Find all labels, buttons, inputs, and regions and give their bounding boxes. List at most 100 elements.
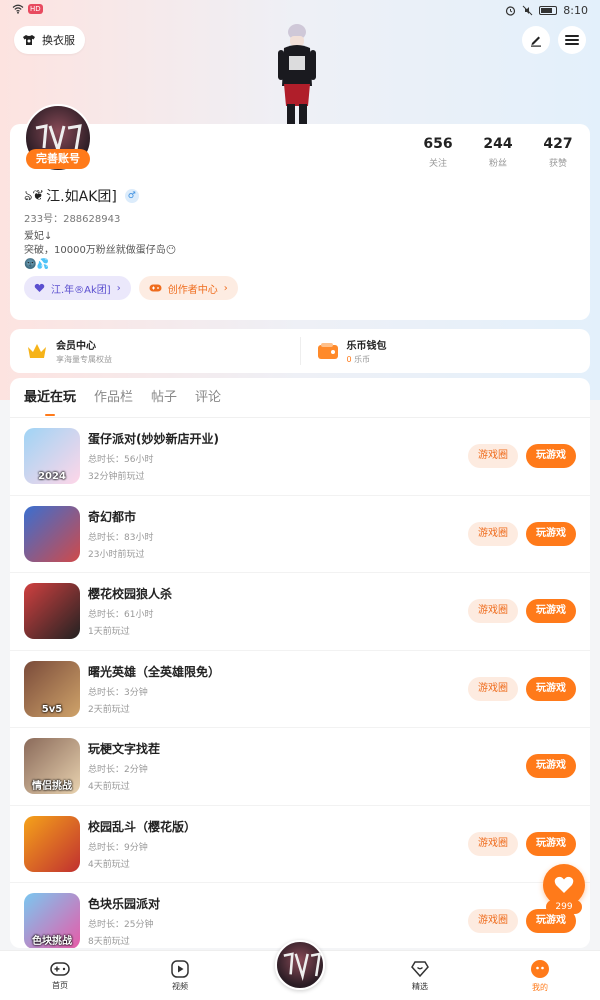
stat-likes[interactable]: 427 获赞 (540, 136, 576, 169)
nav-featured[interactable]: 精选 (360, 951, 480, 1000)
benefit-card: 会员中心 享海量专属权益 乐币钱包 0 乐币 (10, 329, 590, 373)
complete-account-badge[interactable]: 完善账号 (26, 149, 90, 169)
nav-label: 首页 (52, 980, 68, 990)
recent-games-card: 最近在玩 作品栏 帖子 评论 2024 蛋仔派对(妙妙新店开业) 总时长：56小时 3… (10, 378, 590, 948)
avatar-character[interactable] (270, 22, 324, 126)
game-info: 校园乱斗（樱花版） 总时长：9分钟 4天前玩过 (88, 818, 468, 870)
game-last-played: 4天前玩过 (88, 859, 130, 870)
stat-label: 粉丝 (488, 159, 507, 169)
play-game-button[interactable]: 玩游戏 (526, 599, 576, 624)
game-icon-label: 色块挑战 (32, 936, 72, 948)
game-row[interactable]: 情侣挑战 玩梗文字找茬 总时长：2分钟 4天前玩过 玩游戏 (10, 728, 590, 806)
heart-icon (554, 876, 574, 893)
nav-mine[interactable]: 我的 (480, 951, 600, 1000)
club-tag[interactable]: 江.年®Ak团] › (24, 276, 131, 300)
game-circle-button[interactable]: 游戏圈 (468, 676, 518, 701)
nav-center-avatar[interactable] (275, 940, 325, 990)
game-last-played: 23小时前玩过 (88, 549, 145, 560)
pen-icon (531, 36, 541, 47)
bio-line: 爱妃↓ (24, 231, 53, 242)
menu-icon (565, 35, 579, 45)
game-last-played: 2天前玩过 (88, 704, 130, 715)
tab-works[interactable]: 作品栏 (94, 378, 133, 418)
stat-label: 获赞 (548, 159, 567, 169)
play-game-button[interactable]: 玩游戏 (526, 444, 576, 469)
game-icon[interactable]: 色块挑战 (24, 893, 80, 948)
play-game-button[interactable]: 玩游戏 (526, 521, 576, 546)
stat-following[interactable]: 656 关注 (420, 136, 456, 169)
game-name: 蛋仔派对(妙妙新店开业) (88, 432, 219, 447)
gamepad-icon (50, 961, 70, 976)
game-row[interactable]: 2024 蛋仔派对(妙妙新店开业) 总时长：56小时 32分钟前玩过 游戏圈 玩游戏 (10, 418, 590, 496)
game-row[interactable]: 5v5 曙光英雄（全英雄限免） 总时长：3分钟 2天前玩过 游戏圈 玩游戏 (10, 651, 590, 728)
like-count: 299 (546, 900, 582, 914)
creator-center-label: 创作者中心 (167, 284, 218, 296)
game-circle-button[interactable]: 游戏圈 (468, 909, 518, 934)
game-icon-label: 2024 (38, 471, 66, 483)
play-game-button[interactable]: 玩游戏 (526, 676, 576, 701)
game-name: 曙光英雄（全英雄限免） (88, 664, 221, 679)
profile-card: 完善账号 656 关注 244 粉丝 427 获赞 ঌ❦ 江.如AK团] ♂ 2… (10, 104, 590, 320)
club-tag-label: 江.年®Ak团] (51, 284, 111, 296)
game-circle-button[interactable]: 游戏圈 (468, 521, 518, 546)
stat-label: 关注 (428, 159, 447, 169)
game-info: 曙光英雄（全英雄限免） 总时长：3分钟 2天前玩过 (88, 663, 468, 715)
chevron-right-icon: › (223, 282, 228, 294)
game-circle-button[interactable]: 游戏圈 (468, 831, 518, 856)
nav-label: 视频 (172, 981, 188, 991)
game-duration: 总时长：83小时 (88, 532, 154, 543)
game-icon[interactable] (24, 505, 80, 562)
game-icon[interactable]: 情侣挑战 (24, 738, 80, 795)
chevron-right-icon: › (116, 282, 121, 294)
status-bar: HD 8:10 (0, 0, 600, 24)
nav-label: 精选 (412, 981, 428, 991)
game-icon[interactable] (24, 815, 80, 872)
game-icon[interactable]: 5v5 (24, 660, 80, 717)
game-icon[interactable]: 2024 (24, 428, 80, 485)
wifi-icon (12, 4, 24, 14)
game-row[interactable]: 色块挑战 色块乐园派对 总时长：25分钟 8天前玩过 游戏圈 玩游戏 (10, 883, 590, 948)
tab-recent[interactable]: 最近在玩 (24, 378, 76, 418)
game-name: 玩梗文字找茬 (88, 742, 161, 757)
tab-comments[interactable]: 评论 (195, 378, 221, 418)
tab-posts[interactable]: 帖子 (151, 378, 177, 418)
creator-center-tag[interactable]: 创作者中心 › (138, 276, 238, 300)
play-game-button[interactable]: 玩游戏 (526, 754, 576, 779)
game-name: 奇幻都市 (88, 509, 137, 524)
stat-number: 244 (483, 136, 513, 152)
heart-icon (34, 283, 45, 292)
member-center-sub: 享海量专属权益 (56, 355, 112, 364)
nav-video[interactable]: 视频 (120, 951, 240, 1000)
stat-followers[interactable]: 244 粉丝 (480, 136, 516, 169)
game-circle-button[interactable]: 游戏圈 (468, 444, 518, 469)
game-row[interactable]: 校园乱斗（樱花版） 总时长：9分钟 4天前玩过 游戏圈 玩游戏 (10, 806, 590, 883)
member-center-title: 会员中心 (56, 341, 96, 352)
game-name: 色块乐园派对 (88, 897, 161, 912)
username: ঌ❦ 江.如AK团] ♂ (24, 184, 139, 208)
menu-button[interactable] (558, 26, 586, 54)
coin-wallet[interactable]: 乐币钱包 0 乐币 (299, 337, 591, 365)
battery-icon (539, 6, 558, 15)
nav-home[interactable]: 首页 (0, 951, 120, 1000)
game-duration: 总时长：3分钟 (88, 687, 148, 698)
game-duration: 总时长：56小时 (88, 455, 154, 466)
stat-number: 427 (543, 136, 573, 152)
game-row[interactable]: 奇幻都市总时长：83小时 23小时前玩过 游戏圈 玩游戏 (10, 496, 590, 573)
game-duration: 总时长：2分钟 (88, 765, 148, 776)
game-circle-button[interactable]: 游戏圈 (468, 599, 518, 624)
game-name: 校园乱斗（樱花版） (88, 819, 197, 834)
member-center[interactable]: 会员中心 享海量专属权益 (10, 329, 300, 373)
play-game-button[interactable]: 玩游戏 (526, 831, 576, 856)
game-icon[interactable] (24, 583, 80, 640)
video-icon (171, 959, 189, 978)
game-info: 樱花校园狼人杀 总时长：61小时 1天前玩过 (88, 585, 468, 637)
game-info: 玩梗文字找茬 总时长：2分钟 4天前玩过 (88, 740, 526, 792)
game-info: 奇幻都市总时长：83小时 23小时前玩过 (88, 508, 468, 560)
wallet-balance: 0 乐币 (347, 354, 387, 365)
nav-label: 我的 (532, 982, 548, 992)
game-row[interactable]: 樱花校园狼人杀 总时长：61小时 1天前玩过 游戏圈 玩游戏 (10, 573, 590, 651)
alarm-icon (506, 6, 516, 16)
outfit-button[interactable]: 换衣服 (14, 26, 85, 54)
game-duration: 总时长：25分钟 (88, 920, 154, 931)
edit-button[interactable] (522, 26, 550, 54)
